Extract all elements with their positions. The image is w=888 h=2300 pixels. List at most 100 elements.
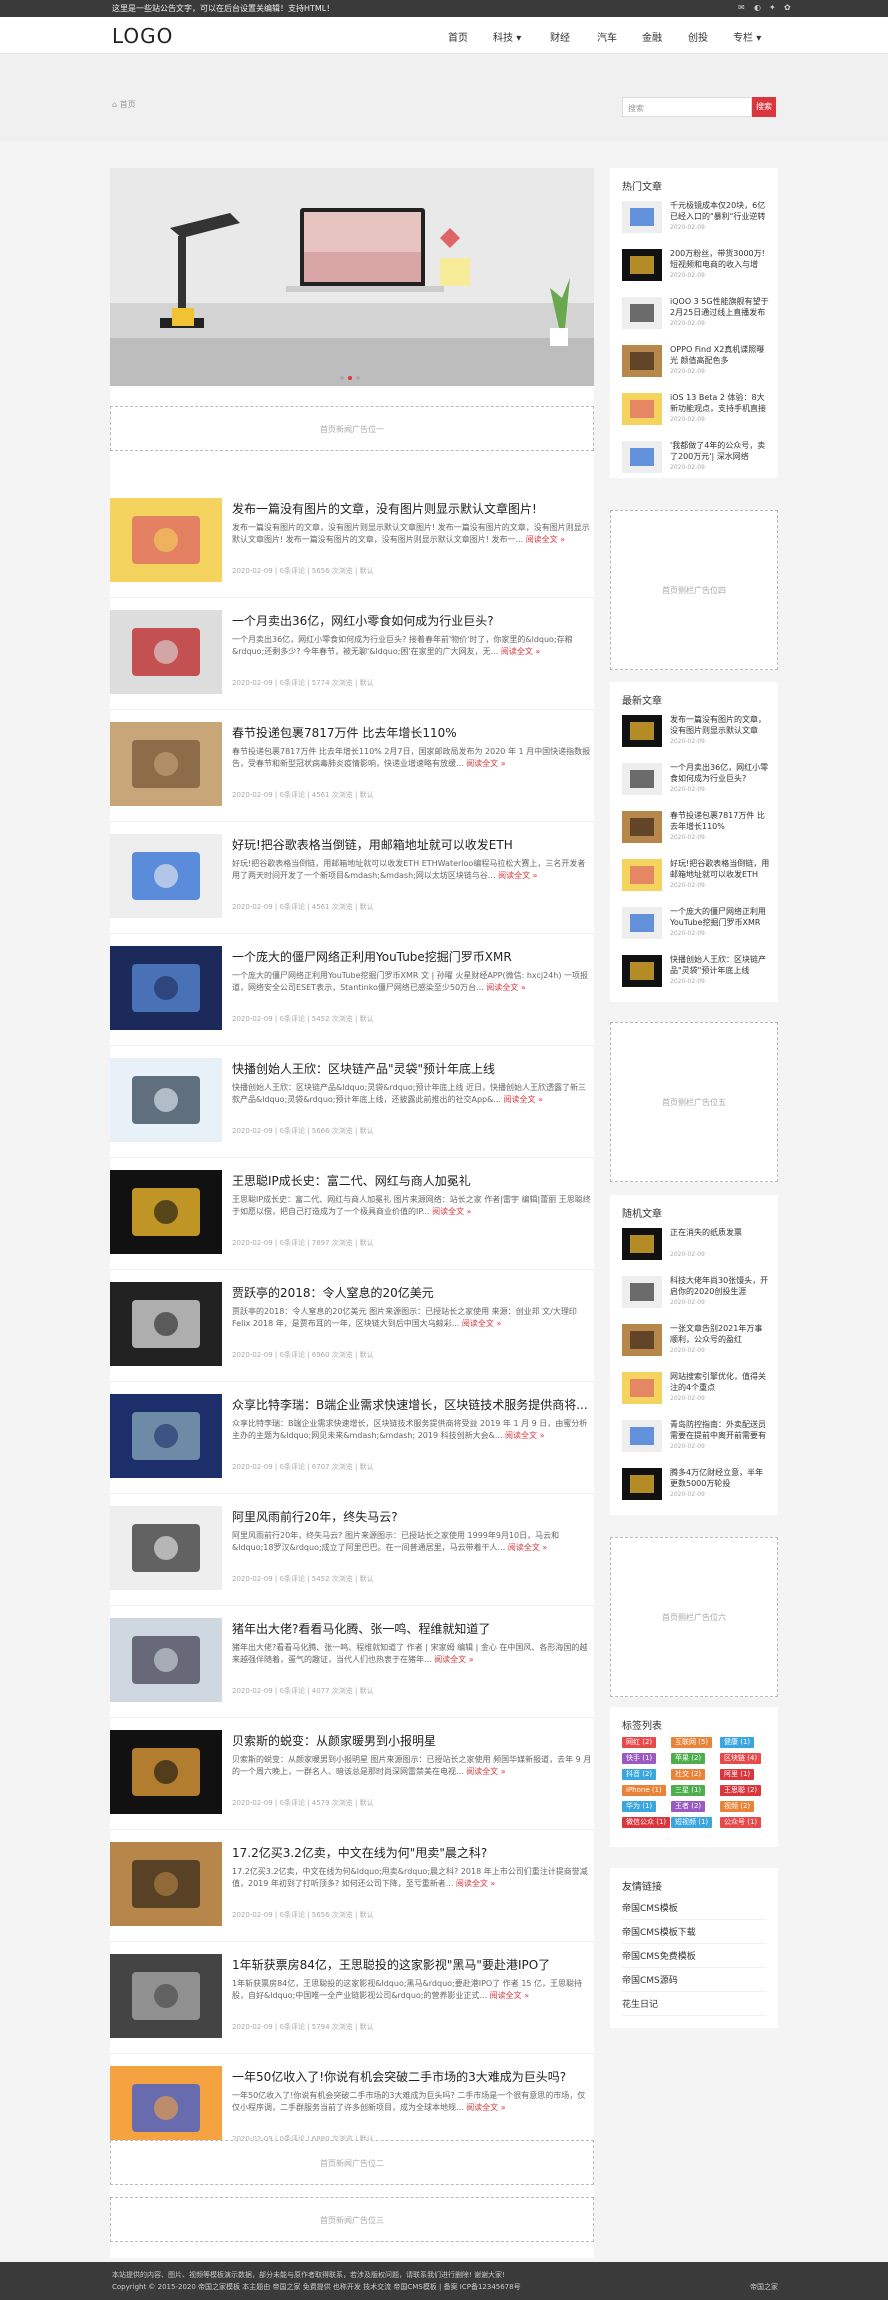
sidebar-article-title[interactable]: 正在消失的纸质发票 bbox=[670, 1227, 770, 1249]
article-thumbnail[interactable] bbox=[110, 722, 222, 806]
sidebar-thumbnail[interactable] bbox=[622, 955, 662, 987]
sidebar-thumbnail[interactable] bbox=[622, 393, 662, 425]
friend-link[interactable]: 帝国CMS源码 bbox=[622, 1970, 766, 1992]
sidebar-thumbnail[interactable] bbox=[622, 859, 662, 891]
sidebar-thumbnail[interactable] bbox=[622, 201, 662, 233]
tag-item[interactable]: 微信公众 (1) bbox=[622, 1817, 671, 1828]
nav-auto[interactable]: 汽车 bbox=[597, 29, 617, 44]
article-item[interactable]: 贾跃亭的2018：令人窒息的20亿美元 贾跃亭的2018：令人窒息的20亿美元 … bbox=[110, 1270, 594, 1382]
sidebar-article-title[interactable]: 网站搜索引擎优化，值得关注的4个重点 bbox=[670, 1371, 770, 1393]
article-thumbnail[interactable] bbox=[110, 1842, 222, 1926]
nav-tech[interactable]: 科技 ▾ bbox=[493, 29, 521, 44]
footer-brand[interactable]: 帝国之家 bbox=[750, 2282, 778, 2292]
article-thumbnail[interactable] bbox=[110, 946, 222, 1030]
friend-link[interactable]: 帝国CMS免费模板 bbox=[622, 1946, 766, 1968]
sidebar-thumbnail[interactable] bbox=[622, 1324, 662, 1356]
sidebar-article[interactable]: 春节投递包裹7817万件 比去年增长110% 2020-02-09 bbox=[622, 810, 770, 852]
sidebar-article[interactable]: 网站搜索引擎优化，值得关注的4个重点 2020-02-09 bbox=[622, 1371, 770, 1413]
image-slider[interactable] bbox=[110, 168, 594, 386]
search-button[interactable]: 搜索 bbox=[752, 97, 776, 117]
article-item[interactable]: 一个庞大的僵尸网络正利用YouTube挖掘门罗币XMR 一个庞大的僵尸网络正利用… bbox=[110, 934, 594, 1046]
article-thumbnail[interactable] bbox=[110, 1506, 222, 1590]
tag-item[interactable]: 社交 (2) bbox=[671, 1769, 706, 1780]
sidebar-article-title[interactable]: 腾多4万亿财经立意，半年更数5000万轮投 bbox=[670, 1467, 770, 1489]
sidebar-thumbnail[interactable] bbox=[622, 715, 662, 747]
sidebar-article[interactable]: 正在消失的纸质发票 2020-02-09 bbox=[622, 1227, 770, 1269]
wechat-icon[interactable]: ✿ bbox=[784, 3, 791, 12]
sidebar-article[interactable]: 200万粉丝，带货3000万!短视频和电商的收入与增 2020-02-09 bbox=[622, 248, 770, 290]
sidebar-article[interactable]: 一个月卖出36亿，网红小零食如何成为行业巨头? 2020-02-09 bbox=[622, 762, 770, 804]
tag-item[interactable]: 短视频 (1) bbox=[671, 1817, 713, 1828]
article-title[interactable]: 春节投递包裹7817万件 比去年增长110% bbox=[232, 724, 592, 741]
sidebar-thumbnail[interactable] bbox=[622, 1276, 662, 1308]
sidebar-article[interactable]: 发布一篇没有图片的文章，没有图片则显示默认文章 2020-02-09 bbox=[622, 714, 770, 756]
tag-item[interactable]: 三星 (1) bbox=[671, 1785, 706, 1796]
article-thumbnail[interactable] bbox=[110, 610, 222, 694]
nav-banking[interactable]: 金融 bbox=[642, 29, 662, 44]
site-logo[interactable]: LOGO bbox=[112, 24, 173, 48]
article-title[interactable]: 贝索斯的蜕变：从颜家暖男到小报明星 bbox=[232, 1732, 592, 1749]
read-more-link[interactable]: 阅读全文 » bbox=[466, 759, 505, 768]
read-more-link[interactable]: 阅读全文 » bbox=[466, 2103, 505, 2112]
read-more-link[interactable]: 阅读全文 » bbox=[432, 1207, 471, 1216]
weibo-icon[interactable]: ✦ bbox=[769, 3, 776, 12]
read-more-link[interactable]: 阅读全文 » bbox=[526, 535, 565, 544]
read-more-link[interactable]: 阅读全文 » bbox=[462, 1319, 501, 1328]
sidebar-article-title[interactable]: 好玩!把谷歌表格当倒链，用邮箱地址就可以收发ETH bbox=[670, 858, 770, 880]
sidebar-article[interactable]: 腾多4万亿财经立意，半年更数5000万轮投 2020-02-09 bbox=[622, 1467, 770, 1509]
article-item[interactable]: 快播创始人王欣：区块链产品"灵袋"预计年底上线 快播创始人王欣：区块链产品&ld… bbox=[110, 1046, 594, 1158]
tag-item[interactable]: 抖音 (2) bbox=[622, 1769, 657, 1780]
article-item[interactable]: 春节投递包裹7817万件 比去年增长110% 春节投递包裹7817万件 比去年增… bbox=[110, 710, 594, 822]
tag-item[interactable]: 网红 (2) bbox=[622, 1737, 657, 1748]
tag-item[interactable]: 健康 (1) bbox=[720, 1737, 755, 1748]
article-thumbnail[interactable] bbox=[110, 498, 222, 582]
tag-item[interactable]: iPhone (1) bbox=[622, 1785, 666, 1796]
sidebar-article[interactable]: 一张文章告别2021年万事顺利，公众号的盈红 2020-02-09 bbox=[622, 1323, 770, 1365]
sidebar-article-title[interactable]: 一张文章告别2021年万事顺利，公众号的盈红 bbox=[670, 1323, 770, 1345]
tag-item[interactable]: 华为 (1) bbox=[622, 1801, 657, 1812]
sidebar-article[interactable]: 快播创始人王欣：区块链产品"灵袋"预计年底上线 2020-02-09 bbox=[622, 954, 770, 996]
qq-icon[interactable]: ✉ bbox=[738, 3, 745, 12]
read-more-link[interactable]: 阅读全文 » bbox=[466, 1767, 505, 1776]
article-item[interactable]: 猪年出大佬?看看马化腾、张一鸣、程维就知道了 猪年出大佬?看看马化腾、张一鸣、程… bbox=[110, 1606, 594, 1718]
read-more-link[interactable]: 阅读全文 » bbox=[505, 1431, 544, 1440]
read-more-link[interactable]: 阅读全文 » bbox=[498, 871, 537, 880]
sidebar-article-title[interactable]: 发布一篇没有图片的文章，没有图片则显示默认文章 bbox=[670, 714, 770, 736]
sidebar-thumbnail[interactable] bbox=[622, 345, 662, 377]
sidebar-article-title[interactable]: 千元极镜成本仅20块，6亿已经入口的"暴利"行业逆转 bbox=[670, 200, 770, 222]
sidebar-thumbnail[interactable] bbox=[622, 249, 662, 281]
tag-item[interactable]: 苹果 (2) bbox=[671, 1753, 706, 1764]
read-more-link[interactable]: 阅读全文 » bbox=[486, 983, 525, 992]
sidebar-article-title[interactable]: '我都做了4年的公众号，卖了200万元'| 深水网络 bbox=[670, 440, 770, 462]
sidebar-article[interactable]: 青岛防控指南：外卖配送员需要在提前中离开前需要有 2020-02-09 bbox=[622, 1419, 770, 1461]
ad-slot-1[interactable]: 首页新闻广告位一 bbox=[110, 406, 594, 451]
article-title[interactable]: 一年50亿收入了!你说有机会突破二手市场的3大难成为巨头吗? bbox=[232, 2068, 592, 2085]
sidebar-article-title[interactable]: 快播创始人王欣：区块链产品"灵袋"预计年底上线 bbox=[670, 954, 770, 976]
sidebar-article[interactable]: '我都做了4年的公众号，卖了200万元'| 深水网络 2020-02-09 bbox=[622, 440, 770, 482]
tag-item[interactable]: 视频 (2) bbox=[720, 1801, 755, 1812]
sidebar-article[interactable]: OPPO Find X2真机谍照曝光 颜值高配色多 2020-02-09 bbox=[622, 344, 770, 386]
article-item[interactable]: 1年斩获票房84亿，王思聪投的这家影视"黑马"要赴港IPO了 1年斩获票房84亿… bbox=[110, 1942, 594, 2054]
article-item[interactable]: 众享比特李瑞：B端企业需求快速增长，区块链技术服务提供商将... 众享比特李瑞：… bbox=[110, 1382, 594, 1494]
nav-column[interactable]: 专栏 ▾ bbox=[733, 29, 761, 44]
friend-link[interactable]: 帝国CMS模板下载 bbox=[622, 1922, 766, 1944]
article-title[interactable]: 贾跃亭的2018：令人窒息的20亿美元 bbox=[232, 1284, 592, 1301]
article-thumbnail[interactable] bbox=[110, 1618, 222, 1702]
article-thumbnail[interactable] bbox=[110, 1058, 222, 1142]
search-input[interactable]: 搜索 bbox=[622, 97, 752, 117]
sidebar-thumbnail[interactable] bbox=[622, 1372, 662, 1404]
sidebar-article[interactable]: iOS 13 Beta 2 体验：8大新功能观点，支持手机直接开 2020-02… bbox=[622, 392, 770, 434]
sidebar-thumbnail[interactable] bbox=[622, 1228, 662, 1260]
article-title[interactable]: 快播创始人王欣：区块链产品"灵袋"预计年底上线 bbox=[232, 1060, 592, 1077]
nav-home[interactable]: 首页 bbox=[448, 29, 468, 44]
article-thumbnail[interactable] bbox=[110, 2066, 222, 2150]
sidebar-article-title[interactable]: 200万粉丝，带货3000万!短视频和电商的收入与增 bbox=[670, 248, 770, 270]
nav-venture[interactable]: 创投 bbox=[688, 29, 708, 44]
sidebar-article[interactable]: 好玩!把谷歌表格当倒链，用邮箱地址就可以收发ETH 2020-02-09 bbox=[622, 858, 770, 900]
article-title[interactable]: 发布一篇没有图片的文章，没有图片则显示默认文章图片! bbox=[232, 500, 592, 517]
person-icon[interactable]: ◐ bbox=[754, 3, 761, 12]
tag-item[interactable]: 公众号 (1) bbox=[720, 1817, 762, 1828]
article-thumbnail[interactable] bbox=[110, 834, 222, 918]
article-title[interactable]: 众享比特李瑞：B端企业需求快速增长，区块链技术服务提供商将... bbox=[232, 1396, 592, 1413]
article-title[interactable]: 1年斩获票房84亿，王思聪投的这家影视"黑马"要赴港IPO了 bbox=[232, 1956, 592, 1973]
